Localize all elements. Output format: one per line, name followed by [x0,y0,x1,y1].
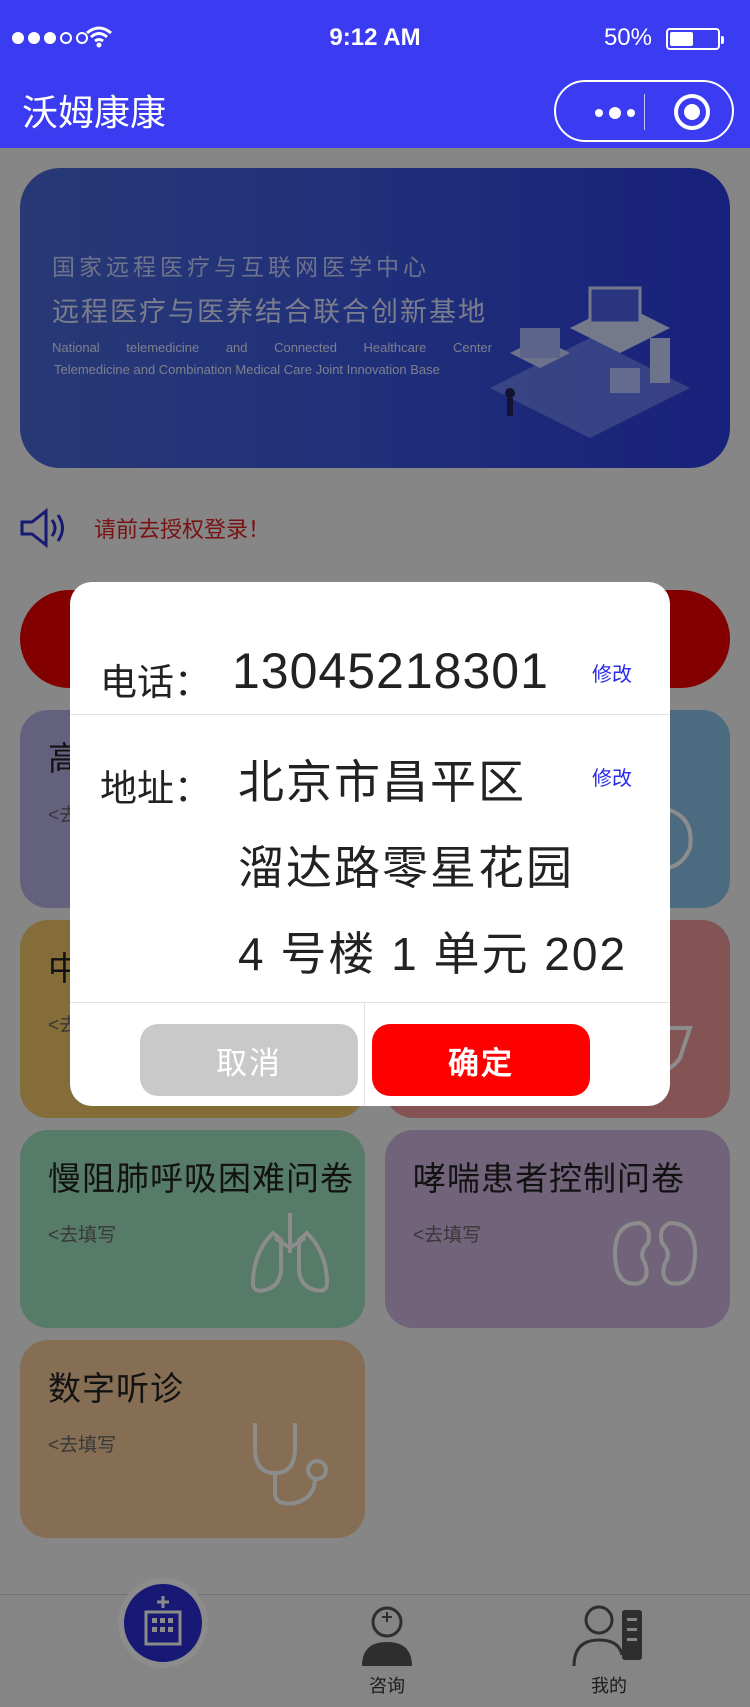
edit-phone-link[interactable]: 修改 [592,658,632,687]
more-icon[interactable] [582,98,648,128]
edit-address-link[interactable]: 修改 [592,762,632,791]
address-label: 地址： [100,768,211,809]
top-bar: 9:12 AM 50% 沃姆康康 [0,0,750,148]
battery-icon [666,28,724,50]
address-line-3: 4 号楼 1 单元 202 [238,928,628,980]
miniprogram-capsule [554,80,734,142]
divider [70,1002,670,1003]
confirm-info-dialog: 电话： 13045218301 修改 地址： 修改 北京市昌平区 溜达路零星花园… [70,582,670,1106]
button-separator [364,1002,365,1106]
phone-value: 13045218301 [232,643,549,699]
close-miniprogram-icon[interactable] [674,94,710,130]
cancel-button[interactable]: 取消 [140,1024,358,1096]
battery-percent: 50% [603,24,652,51]
confirm-button[interactable]: 确定 [372,1024,590,1096]
phone-label: 电话： [100,662,211,703]
address-line-1: 北京市昌平区 [238,756,526,808]
page-title: 沃姆康康 [22,92,167,133]
status-bar: 9:12 AM 50% [0,0,750,80]
address-line-2: 溜达路零星花园 [238,842,574,894]
divider [70,714,670,715]
